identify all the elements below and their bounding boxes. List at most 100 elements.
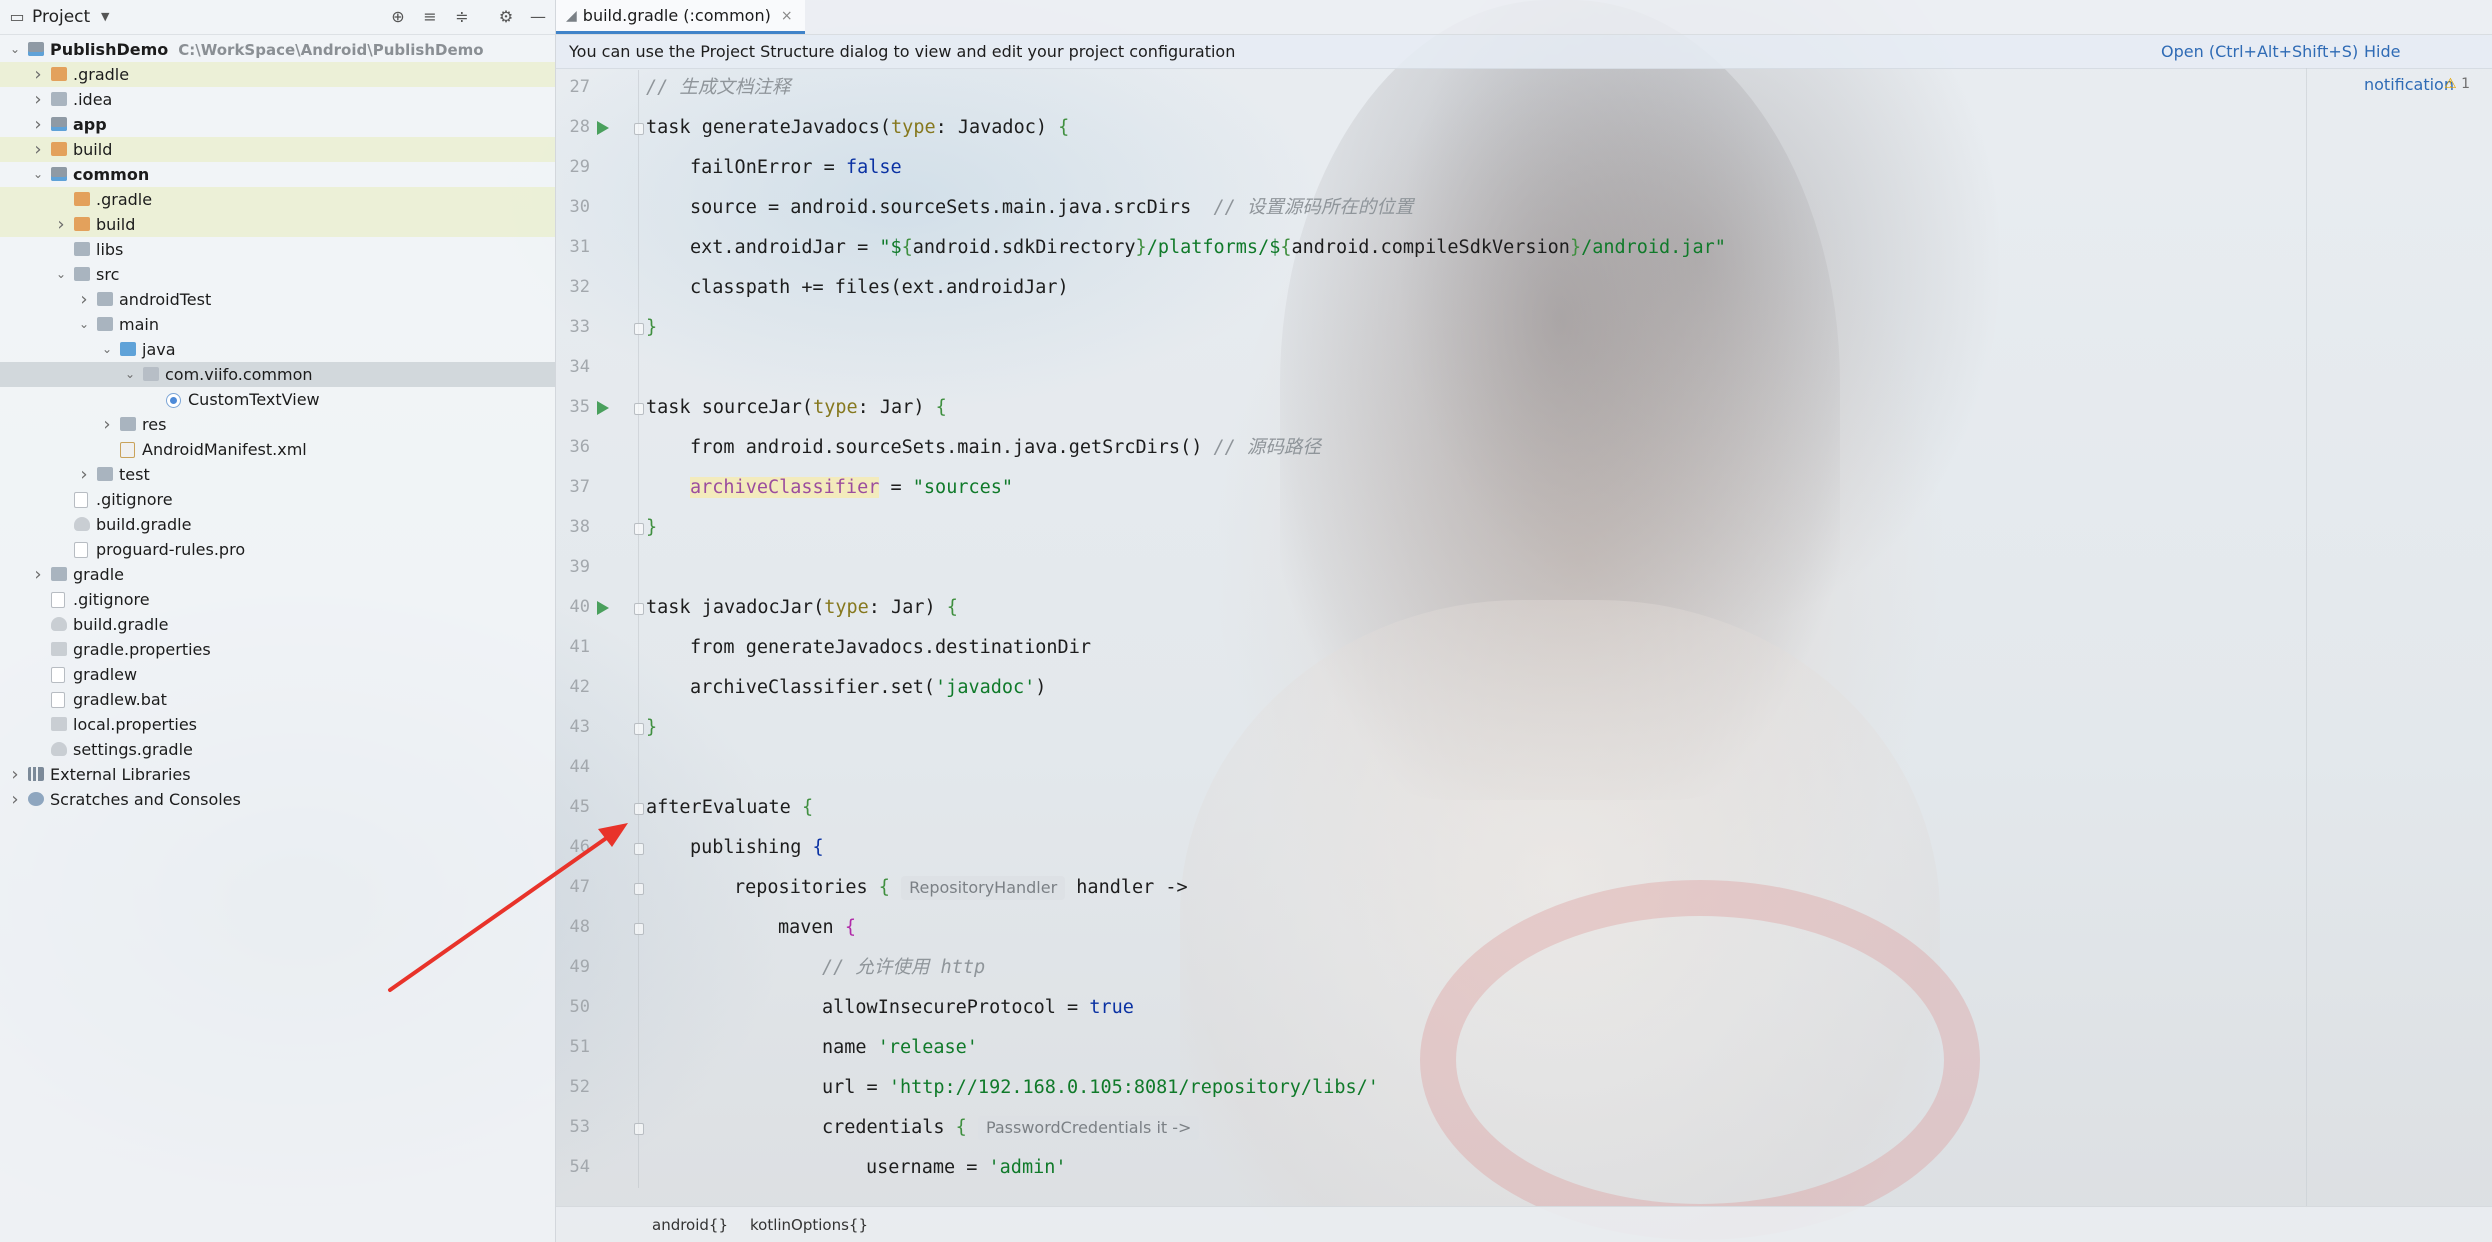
code-line[interactable]: from generateJavadocs.destinationDir	[690, 628, 1091, 668]
close-icon[interactable]: ×	[781, 8, 793, 24]
code-line[interactable]: failOnError = false	[690, 148, 902, 188]
fold-marker-icon[interactable]	[634, 723, 644, 735]
run-task-icon[interactable]	[597, 601, 609, 615]
breadcrumb-item[interactable]: android{}	[652, 1207, 728, 1242]
tree-item[interactable]: › External Libraries	[0, 762, 555, 787]
tree-item[interactable]: ⌄ main	[0, 312, 555, 337]
fold-marker-icon[interactable]	[634, 803, 644, 815]
run-task-icon[interactable]	[597, 401, 609, 415]
code-line[interactable]: // 生成文档注释	[646, 68, 790, 108]
code-line[interactable]: }	[646, 708, 657, 748]
code-line[interactable]: credentials { PasswordCredentials it ->	[822, 1108, 1200, 1148]
tree-item[interactable]: › app	[0, 112, 555, 137]
code-line[interactable]: url = 'http://192.168.0.105:8081/reposit…	[822, 1068, 1379, 1108]
code-line[interactable]: name 'release'	[822, 1028, 978, 1068]
code-line[interactable]: task generateJavadocs(type: Javadoc) {	[646, 108, 1069, 148]
tree-item[interactable]: settings.gradle	[0, 737, 555, 762]
tree-item[interactable]: › gradle	[0, 562, 555, 587]
chevron-right-icon[interactable]: ›	[8, 762, 22, 787]
tree-item[interactable]: ⌄ PublishDemo C:\WorkSpace\Android\Publish…	[0, 37, 555, 62]
tree-item[interactable]: .gradle	[0, 187, 555, 212]
chevron-down-icon[interactable]: ▼	[96, 8, 114, 26]
code-line[interactable]: archiveClassifier.set('javadoc')	[690, 668, 1046, 708]
code-line[interactable]: archiveClassifier = "sources"	[690, 468, 1013, 508]
chevron-right-icon[interactable]: ›	[54, 212, 68, 237]
fold-marker-icon[interactable]	[634, 123, 644, 135]
tree-item[interactable]: › .gradle	[0, 62, 555, 87]
code-line[interactable]: }	[646, 308, 657, 348]
chevron-right-icon[interactable]: ›	[31, 137, 45, 162]
code-line[interactable]: maven {	[778, 908, 856, 948]
chevron-down-icon[interactable]: ⌄	[54, 262, 68, 287]
collapse-all-icon[interactable]: ≑	[453, 8, 471, 26]
tree-item[interactable]: gradle.properties	[0, 637, 555, 662]
chevron-down-icon[interactable]: ⌄	[31, 162, 45, 187]
hide-notification-link[interactable]: Hide notification	[2364, 35, 2492, 101]
code-line[interactable]: publishing {	[690, 828, 824, 868]
code-line[interactable]: ext.androidJar = "${android.sdkDirectory…	[690, 228, 1726, 268]
chevron-right-icon[interactable]: ›	[31, 562, 45, 587]
tree-item[interactable]: ⌄ src	[0, 262, 555, 287]
fold-marker-icon[interactable]	[634, 843, 644, 855]
tree-item[interactable]: ⌄ common	[0, 162, 555, 187]
gear-icon[interactable]: ⚙	[497, 8, 515, 26]
code-line[interactable]: source = android.sourceSets.main.java.sr…	[690, 188, 1413, 228]
code-line[interactable]: // 允许使用 http	[822, 948, 985, 988]
tree-item[interactable]: libs	[0, 237, 555, 262]
fold-marker-icon[interactable]	[634, 923, 644, 935]
chevron-right-icon[interactable]: ›	[31, 112, 45, 137]
chevron-right-icon[interactable]: ›	[31, 62, 45, 87]
tree-item[interactable]: gradlew	[0, 662, 555, 687]
code-line[interactable]: classpath += files(ext.androidJar)	[690, 268, 1069, 308]
breadcrumb-item[interactable]: kotlinOptions{}	[750, 1207, 868, 1242]
code-line[interactable]: repositories { RepositoryHandler handler…	[734, 868, 1188, 908]
tree-item[interactable]: AndroidManifest.xml	[0, 437, 555, 462]
chevron-right-icon[interactable]: ›	[8, 787, 22, 812]
tree-item[interactable]: .gitignore	[0, 487, 555, 512]
tree-item[interactable]: build.gradle	[0, 612, 555, 637]
hide-panel-icon[interactable]: —	[529, 8, 547, 26]
chevron-down-icon[interactable]: ⌄	[100, 337, 114, 362]
chevron-down-icon[interactable]: ⌄	[123, 362, 137, 387]
code-line[interactable]: task sourceJar(type: Jar) {	[646, 388, 947, 428]
open-project-structure-link[interactable]: Open (Ctrl+Alt+Shift+S)	[2161, 35, 2358, 68]
project-view-selector[interactable]: Project	[32, 7, 90, 27]
tree-item[interactable]: ⌄ com.viifo.common	[0, 362, 555, 387]
inspection-widget[interactable]: ⚠ 1	[2444, 76, 2470, 92]
chevron-right-icon[interactable]: ›	[100, 412, 114, 437]
tab-build-gradle-common[interactable]: ◢ build.gradle (:common) ×	[556, 0, 805, 34]
code-line[interactable]: username = 'admin'	[866, 1148, 1067, 1188]
code-line[interactable]: afterEvaluate {	[646, 788, 813, 828]
tree-item[interactable]: › .idea	[0, 87, 555, 112]
tree-item[interactable]: CustomTextView	[0, 387, 555, 412]
chevron-down-icon[interactable]: ⌄	[8, 37, 22, 62]
fold-marker-icon[interactable]	[634, 323, 644, 335]
code-line[interactable]: from android.sourceSets.main.java.getSrc…	[690, 428, 1321, 468]
code-line[interactable]: }	[646, 508, 657, 548]
tree-item[interactable]: › build	[0, 137, 555, 162]
tree-item[interactable]: › Scratches and Consoles	[0, 787, 555, 812]
chevron-right-icon[interactable]: ›	[77, 287, 91, 312]
tree-item[interactable]: build.gradle	[0, 512, 555, 537]
code-line[interactable]: allowInsecureProtocol = true	[822, 988, 1134, 1028]
tree-item[interactable]: ⌄ java	[0, 337, 555, 362]
tree-item[interactable]: local.properties	[0, 712, 555, 737]
tree-item[interactable]: gradlew.bat	[0, 687, 555, 712]
locate-file-icon[interactable]: ⊕	[389, 8, 407, 26]
code-line[interactable]: task javadocJar(type: Jar) {	[646, 588, 958, 628]
chevron-right-icon[interactable]: ›	[31, 87, 45, 112]
tree-item[interactable]: › build	[0, 212, 555, 237]
fold-marker-icon[interactable]	[634, 523, 644, 535]
fold-marker-icon[interactable]	[634, 1123, 644, 1135]
tree-item[interactable]: .gitignore	[0, 587, 555, 612]
chevron-down-icon[interactable]: ⌄	[77, 312, 91, 337]
run-task-icon[interactable]	[597, 121, 609, 135]
fold-marker-icon[interactable]	[634, 883, 644, 895]
expand-all-icon[interactable]: ≡	[421, 8, 439, 26]
fold-marker-icon[interactable]	[634, 603, 644, 615]
tree-item[interactable]: › res	[0, 412, 555, 437]
tree-item[interactable]: proguard-rules.pro	[0, 537, 555, 562]
fold-marker-icon[interactable]	[634, 403, 644, 415]
chevron-right-icon[interactable]: ›	[77, 462, 91, 487]
tree-item[interactable]: › test	[0, 462, 555, 487]
